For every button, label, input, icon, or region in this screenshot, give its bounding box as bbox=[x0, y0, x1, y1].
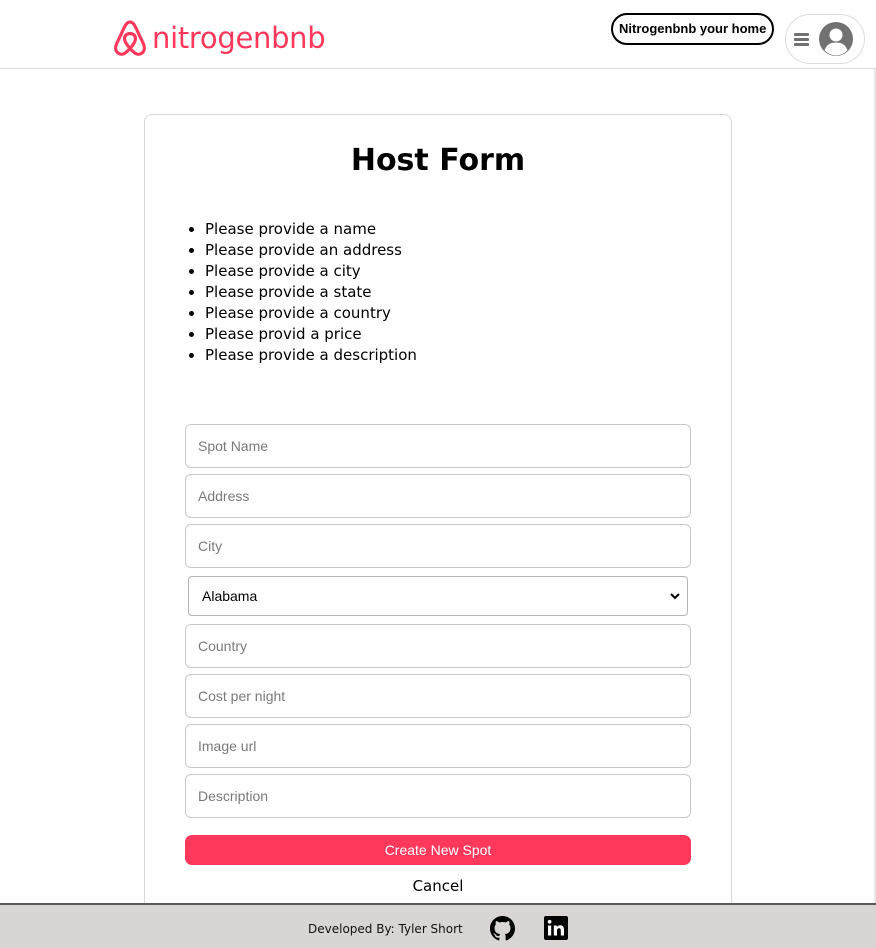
github-icon[interactable] bbox=[490, 916, 515, 941]
cancel-button[interactable]: Cancel bbox=[145, 877, 731, 895]
logo[interactable]: nitrogenbnb bbox=[112, 18, 326, 58]
state-select[interactable]: Alabama bbox=[188, 576, 688, 616]
error-item: Please provide a state bbox=[205, 282, 417, 303]
developer-credit: Developed By: Tyler Short bbox=[308, 922, 463, 936]
spot-name-input[interactable] bbox=[185, 424, 691, 468]
user-avatar-icon bbox=[819, 22, 853, 56]
city-input[interactable] bbox=[185, 524, 691, 568]
description-input[interactable] bbox=[185, 774, 691, 818]
error-item: Please provide a description bbox=[205, 345, 417, 366]
top-nav: nitrogenbnb Nitrogenbnb your home bbox=[0, 0, 876, 69]
state-select-value: Alabama bbox=[202, 588, 258, 604]
footer: Developed By: Tyler Short bbox=[0, 903, 876, 948]
error-item: Please provide a city bbox=[205, 261, 417, 282]
logo-text: nitrogenbnb bbox=[152, 21, 326, 55]
user-menu-button[interactable] bbox=[785, 14, 865, 64]
page-title: Host Form bbox=[350, 143, 526, 178]
error-item: Please provid a price bbox=[205, 324, 417, 345]
image-url-input[interactable] bbox=[185, 724, 691, 768]
chevron-down-icon bbox=[670, 593, 680, 600]
host-form-card: Host Form Please provide a name Please p… bbox=[144, 114, 732, 934]
linkedin-icon[interactable] bbox=[544, 916, 568, 940]
address-input[interactable] bbox=[185, 474, 691, 518]
create-new-spot-button[interactable]: Create New Spot bbox=[185, 835, 691, 865]
price-input[interactable] bbox=[185, 674, 691, 718]
host-your-home-button[interactable]: Nitrogenbnb your home bbox=[611, 13, 775, 45]
error-item: Please provide a name bbox=[205, 219, 417, 240]
country-input[interactable] bbox=[185, 624, 691, 668]
validation-errors-list: Please provide a name Please provide an … bbox=[205, 219, 417, 366]
hamburger-menu-icon bbox=[794, 33, 809, 46]
error-item: Please provide a country bbox=[205, 303, 417, 324]
error-item: Please provide an address bbox=[205, 240, 417, 261]
airbnb-logo-icon bbox=[114, 20, 146, 56]
